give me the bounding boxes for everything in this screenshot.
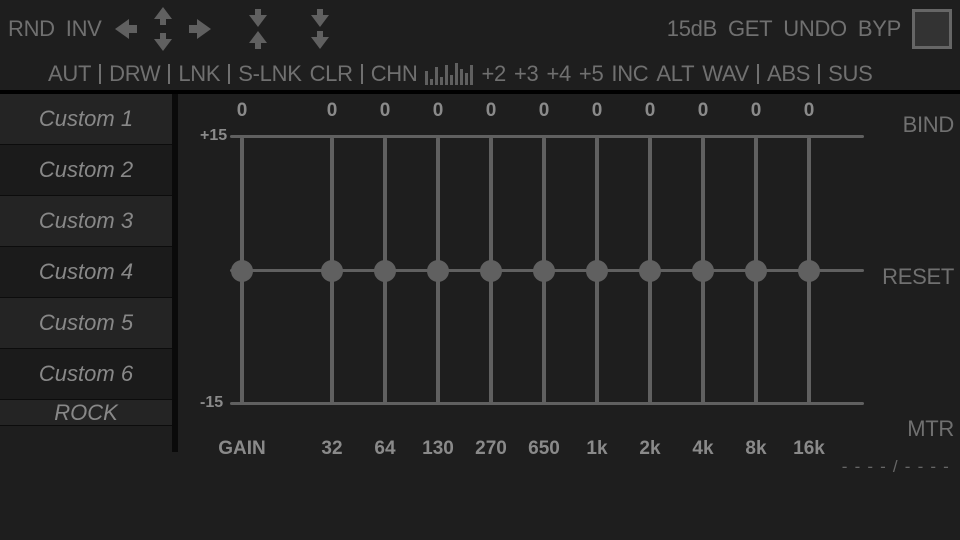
slider-value: 0 [519,100,569,122]
slider-knob[interactable] [427,260,449,282]
channel-levels-icon [425,63,473,85]
equalizer-panel: BIND RESET MTR +15 -15 0 GAIN 0 32 [178,94,960,452]
slider-knob[interactable] [586,260,608,282]
band-slider-64[interactable]: 0 64 [373,130,397,426]
arrows-converge-icon[interactable] [245,9,271,49]
db-range-button[interactable]: 15dB [667,16,717,42]
slider-value: 0 [572,100,622,122]
divider [228,64,230,84]
abs-button[interactable]: ABS [767,61,810,87]
slider-value: 0 [678,100,728,122]
divider [818,64,820,84]
slider-value: 0 [731,100,781,122]
divider [168,64,170,84]
band-slider-8k[interactable]: 0 8k [744,130,768,426]
gain-slider[interactable]: 0 GAIN [230,130,254,426]
preset-item[interactable]: Custom 1 [0,94,172,145]
rnd-button[interactable]: RND [8,16,55,42]
slider-value: 0 [784,100,834,122]
preset-item[interactable]: ROCK [0,400,172,426]
slider-freq: 1k [567,438,627,460]
slider-value: 0 [217,100,267,122]
bypass-button[interactable]: BYP [858,16,901,42]
preset-list: Custom 1 Custom 2 Custom 3 Custom 4 Cust… [0,94,178,452]
slider-freq: 4k [673,438,733,460]
undo-button[interactable]: UNDO [783,16,847,42]
inc-button[interactable]: INC [611,61,648,87]
plus2-button[interactable]: +2 [481,61,505,87]
slider-value: 0 [360,100,410,122]
plus5-button[interactable]: +5 [579,61,603,87]
slider-knob[interactable] [231,260,253,282]
slider-value: 0 [413,100,463,122]
axis-bot-label: -15 [200,394,223,412]
sus-button[interactable]: SUS [828,61,872,87]
slider-freq: 16k [779,438,839,460]
slider-knob[interactable] [745,260,767,282]
slider-knob[interactable] [639,260,661,282]
reset-button[interactable]: RESET [882,264,954,290]
slider-freq: 32 [302,438,362,460]
divider [757,64,759,84]
lnk-button[interactable]: LNK [178,61,220,87]
slider-freq: 130 [408,438,468,460]
arrow-left-icon[interactable] [113,9,139,49]
slider-freq: 64 [355,438,415,460]
get-button[interactable]: GET [728,16,772,42]
wav-button[interactable]: WAV [702,61,749,87]
slider-knob[interactable] [692,260,714,282]
arrow-right-icon[interactable] [187,9,213,49]
chn-button[interactable]: CHN [371,61,418,87]
indicator-box[interactable] [912,9,952,49]
bind-button[interactable]: BIND [903,112,954,138]
slider-freq: 650 [514,438,574,460]
band-slider-130[interactable]: 0 130 [426,130,450,426]
time-display: - - - - / - - - - [842,457,950,477]
slider-value: 0 [466,100,516,122]
arrows-up-down-icon[interactable] [150,9,176,49]
slnk-button[interactable]: S-LNK [238,61,301,87]
slider-value: 0 [307,100,357,122]
plus3-button[interactable]: +3 [514,61,538,87]
divider [99,64,101,84]
slider-freq: 2k [620,438,680,460]
slider-knob[interactable] [374,260,396,282]
preset-item[interactable]: Custom 5 [0,298,172,349]
band-slider-270[interactable]: 0 270 [479,130,503,426]
top-toolbar: RND INV 15dB GET UNDO BYP [0,0,960,58]
divider [361,64,363,84]
band-slider-4k[interactable]: 0 4k [691,130,715,426]
band-slider-32[interactable]: 0 32 [320,130,344,426]
drw-button[interactable]: DRW [109,61,160,87]
band-slider-2k[interactable]: 0 2k [638,130,662,426]
mode-bar: AUT DRW LNK S-LNK CLR CHN +2 +3 +4 +5 IN… [0,58,960,94]
mtr-button[interactable]: MTR [907,416,954,442]
inv-button[interactable]: INV [66,16,102,42]
slider-label: GAIN [212,438,272,460]
preset-item[interactable]: Custom 4 [0,247,172,298]
aut-button[interactable]: AUT [48,61,91,87]
slider-freq: 270 [461,438,521,460]
band-slider-650[interactable]: 0 650 [532,130,556,426]
slider-value: 0 [625,100,675,122]
arrows-down-stack-icon[interactable] [307,9,333,49]
band-slider-16k[interactable]: 0 16k [797,130,821,426]
axis-top-label: +15 [200,127,227,145]
alt-button[interactable]: ALT [656,61,694,87]
slider-area: +15 -15 0 GAIN 0 32 0 64 [220,130,874,426]
slider-knob[interactable] [533,260,555,282]
preset-item[interactable]: Custom 2 [0,145,172,196]
preset-item[interactable]: Custom 3 [0,196,172,247]
plus4-button[interactable]: +4 [546,61,570,87]
slider-knob[interactable] [798,260,820,282]
slider-freq: 8k [726,438,786,460]
clr-button[interactable]: CLR [310,61,353,87]
slider-knob[interactable] [321,260,343,282]
band-slider-1k[interactable]: 0 1k [585,130,609,426]
preset-item[interactable]: Custom 6 [0,349,172,400]
slider-knob[interactable] [480,260,502,282]
